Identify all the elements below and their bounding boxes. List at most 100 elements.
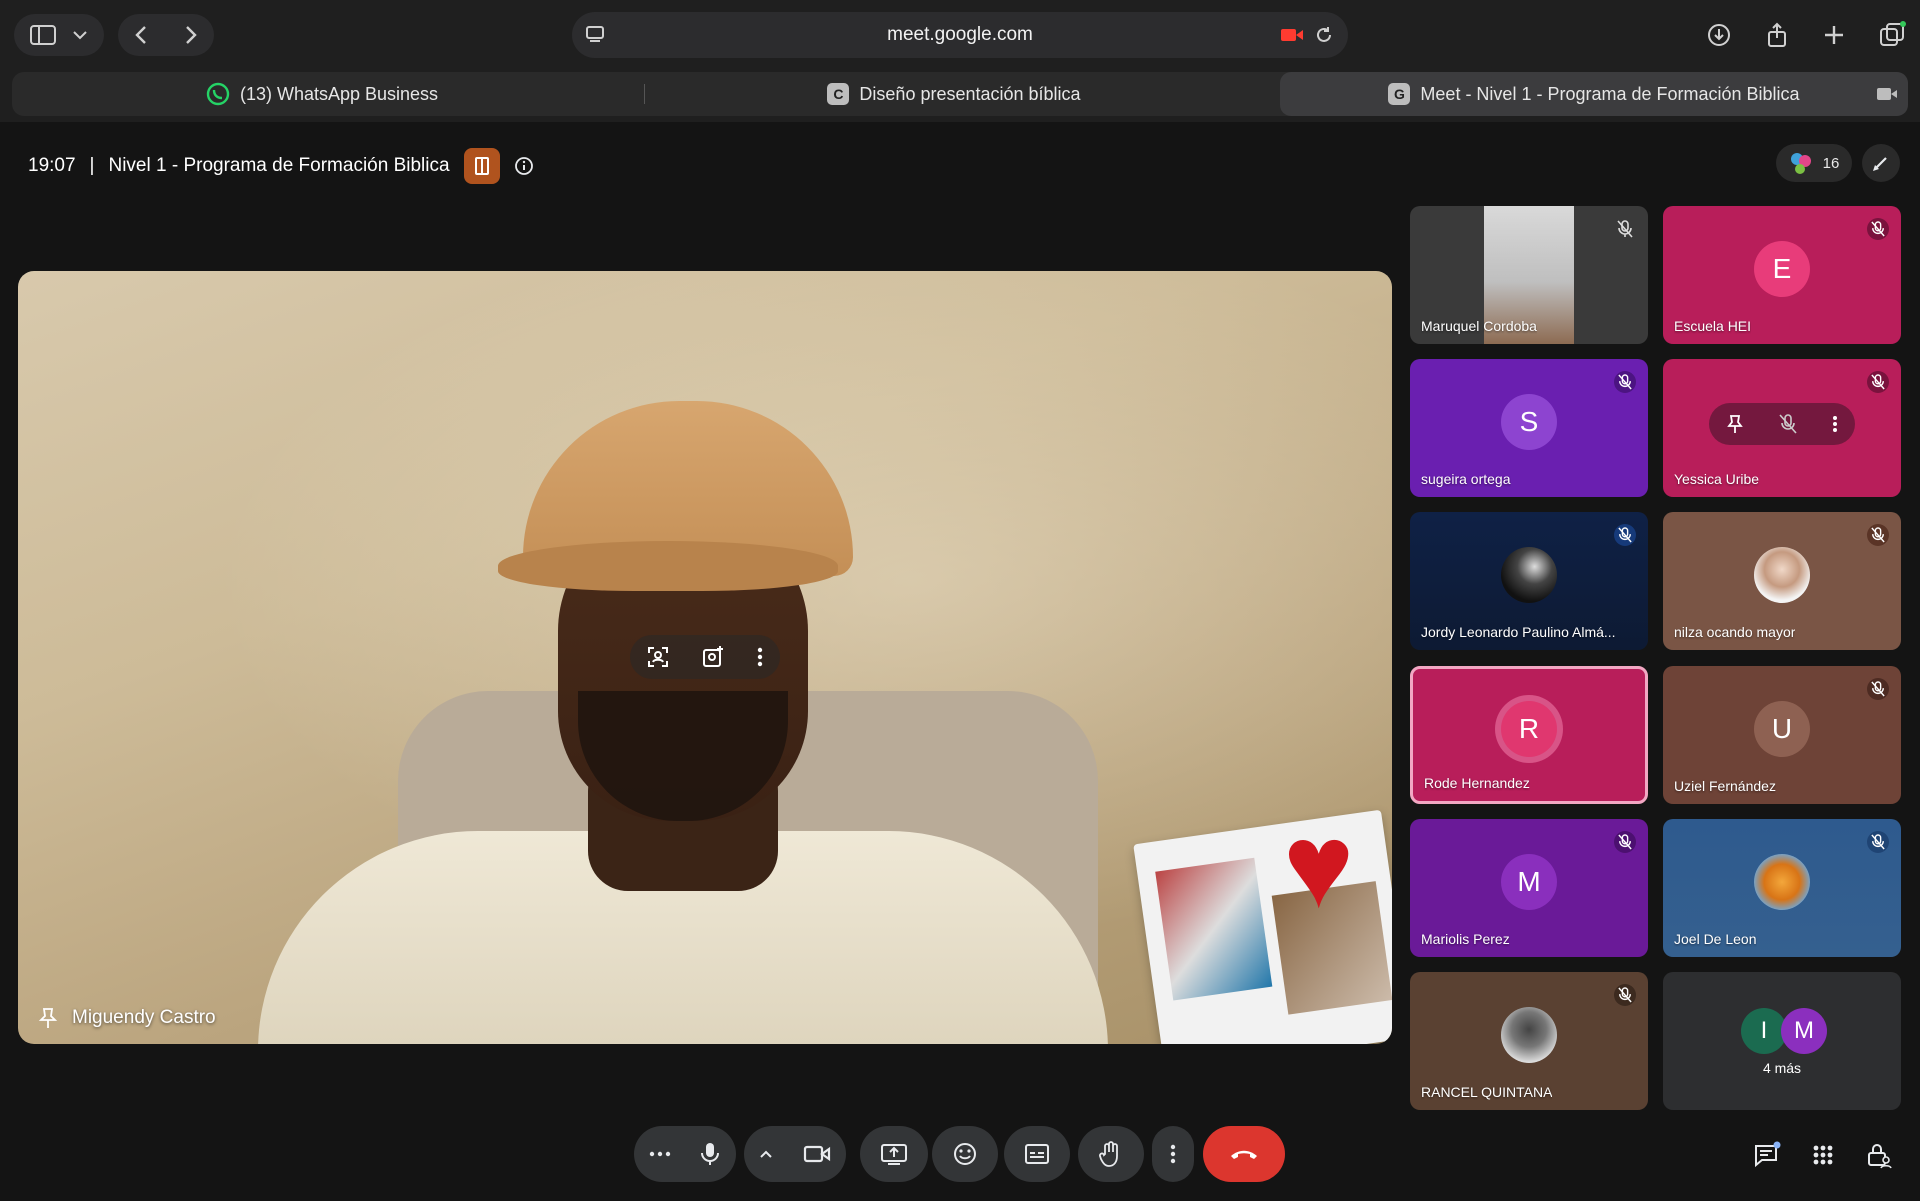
mic-off-icon [1867, 524, 1889, 546]
avatar [1501, 1007, 1557, 1063]
avatar: U [1754, 701, 1810, 757]
more-participants-tile[interactable]: I M 4 más [1663, 972, 1901, 1110]
camera-control-group [744, 1126, 846, 1182]
chat-icon [1755, 1141, 1781, 1168]
camera-in-use-icon[interactable] [1280, 26, 1304, 44]
main-video-tile[interactable]: ♥ Miguendy Castro [18, 271, 1392, 1044]
back-icon[interactable] [131, 24, 153, 46]
leave-call-button[interactable] [1203, 1126, 1285, 1182]
avatar: M [1781, 1008, 1827, 1054]
edit-button[interactable] [1862, 144, 1900, 182]
avatar: S [1501, 394, 1557, 450]
tab-label: Diseño presentación bíblica [859, 83, 1081, 104]
captions-button[interactable] [1004, 1126, 1070, 1182]
emoji-icon [954, 1143, 976, 1165]
address-bar[interactable]: meet.google.com [572, 12, 1348, 58]
present-button[interactable] [860, 1126, 928, 1182]
framing-icon[interactable] [646, 645, 670, 669]
reload-icon[interactable] [1314, 25, 1334, 45]
avatar [1754, 547, 1810, 603]
tab-meet[interactable]: G Meet - Nivel 1 - Programa de Formación… [1280, 72, 1908, 116]
history-nav [118, 14, 214, 56]
participant-tile[interactable]: Jordy Leonardo Paulino Almá... [1410, 512, 1648, 650]
chevron-down-icon [73, 31, 87, 40]
microphone-icon[interactable] [699, 1141, 721, 1167]
tile-overlay-actions [630, 635, 780, 679]
participant-tile[interactable]: RANCEL QUINTANA [1410, 972, 1648, 1110]
participant-tile[interactable]: Yessica Uribe [1663, 359, 1901, 497]
meeting-title: Nivel 1 - Programa de Formación Biblica [108, 155, 450, 176]
chat-button[interactable] [1750, 1138, 1784, 1172]
avatar: M [1501, 854, 1557, 910]
meeting-header: 19:07 | Nivel 1 - Programa de Formación … [28, 148, 534, 184]
browser-toolbar: meet.google.com [0, 0, 1920, 70]
participant-tile[interactable]: S sugeira ortega [1410, 359, 1648, 497]
participant-name: nilza ocando mayor [1674, 624, 1796, 640]
participant-tile-speaking[interactable]: R Rode Hernandez [1410, 666, 1648, 804]
share-icon[interactable] [1764, 22, 1790, 48]
participants-button[interactable]: 16 [1776, 144, 1852, 182]
mic-off-icon [1614, 218, 1636, 240]
participant-tile[interactable]: nilza ocando mayor [1663, 512, 1901, 650]
mic-off-icon [1614, 831, 1636, 853]
forward-icon[interactable] [179, 24, 201, 46]
canva-icon: C [827, 83, 850, 105]
avatar [1754, 854, 1810, 910]
tab-overview-icon[interactable] [1878, 21, 1906, 49]
host-controls-button[interactable] [1862, 1138, 1896, 1172]
new-tab-icon[interactable] [1822, 23, 1846, 47]
mic-off-icon [1867, 831, 1889, 853]
avatar [1501, 547, 1557, 603]
more-options-icon[interactable] [756, 645, 764, 669]
mic-off-icon [1614, 984, 1636, 1006]
url-text: meet.google.com [887, 24, 1033, 45]
camera-icon[interactable] [803, 1143, 831, 1165]
participant-avatars-icon [1790, 153, 1811, 174]
chevron-up-icon[interactable] [759, 1149, 773, 1159]
participant-tile[interactable]: Joel De Leon [1663, 819, 1901, 957]
mic-off-icon [1614, 524, 1636, 546]
tile-hover-actions [1709, 403, 1855, 445]
participant-tile[interactable]: M Mariolis Perez [1410, 819, 1648, 957]
mic-off-icon [1867, 218, 1889, 240]
video-heart-decor: ♥ [1283, 799, 1355, 933]
apps-grid-icon [1813, 1145, 1833, 1165]
mute-participant-icon[interactable] [1777, 413, 1799, 435]
effects-icon[interactable] [701, 645, 725, 669]
pin-icon[interactable] [1726, 414, 1744, 434]
participant-name: Jordy Leonardo Paulino Almá... [1421, 624, 1616, 640]
tab-label: Meet - Nivel 1 - Programa de Formación B… [1420, 83, 1800, 104]
header-separator: | [89, 155, 95, 176]
more-options-button[interactable] [1152, 1126, 1194, 1182]
activities-button[interactable] [1806, 1138, 1840, 1172]
google-icon: G [1388, 83, 1411, 105]
info-icon[interactable] [514, 156, 534, 176]
raise-hand-icon [1099, 1141, 1118, 1167]
tab-label: (13) WhatsApp Business [239, 83, 439, 104]
more-options-icon[interactable] [1832, 414, 1838, 434]
whatsapp-icon [206, 82, 230, 106]
mic-off-icon [1867, 678, 1889, 700]
participant-count: 16 [1822, 154, 1840, 172]
tab-canva[interactable]: C Diseño presentación bíblica [644, 72, 1264, 116]
participant-tile[interactable]: Maruquel Cordoba [1410, 206, 1648, 344]
downloads-icon[interactable] [1706, 22, 1732, 48]
mic-off-icon [1867, 371, 1889, 393]
tab-whatsapp[interactable]: (13) WhatsApp Business [12, 72, 632, 116]
reactions-button[interactable] [932, 1126, 998, 1182]
pencil-icon [1873, 157, 1887, 171]
host-controls-icon[interactable] [463, 148, 500, 184]
participant-name: Joel De Leon [1674, 931, 1757, 947]
sidebar-toggle-button[interactable] [14, 14, 104, 56]
page-menu-icon[interactable] [584, 24, 606, 46]
participant-tile[interactable]: U Uziel Fernández [1663, 666, 1901, 804]
participant-tile[interactable]: E Escuela HEI [1663, 206, 1901, 344]
participant-name: sugeira ortega [1421, 471, 1511, 487]
sidebar-icon [30, 25, 56, 45]
more-vertical-icon [1170, 1144, 1176, 1164]
more-horizontal-icon[interactable] [649, 1151, 671, 1157]
participant-name: Yessica Uribe [1674, 471, 1760, 487]
raise-hand-button[interactable] [1078, 1126, 1144, 1182]
more-avatars: I M [1741, 1008, 1827, 1054]
meeting-time: 19:07 [28, 155, 76, 176]
